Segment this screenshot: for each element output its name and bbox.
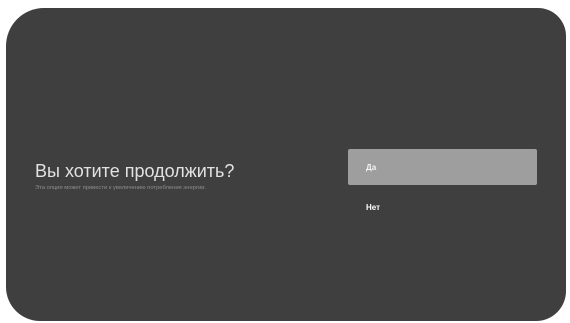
confirmation-dialog: Вы хотите продолжить? Эта опция может пр… [6, 8, 566, 321]
no-button-label: Нет [366, 203, 381, 212]
dialog-subtitle: Эта опция может привести к увеличению по… [35, 185, 207, 191]
no-button[interactable]: Нет [348, 189, 537, 219]
dialog-prompt: Вы хотите продолжить? Эта опция может пр… [35, 160, 335, 193]
yes-button-label: Да [366, 162, 377, 172]
dialog-title: Вы хотите продолжить? [35, 161, 235, 181]
dialog-options: Да Нет [348, 149, 537, 219]
yes-button[interactable]: Да [348, 149, 537, 185]
